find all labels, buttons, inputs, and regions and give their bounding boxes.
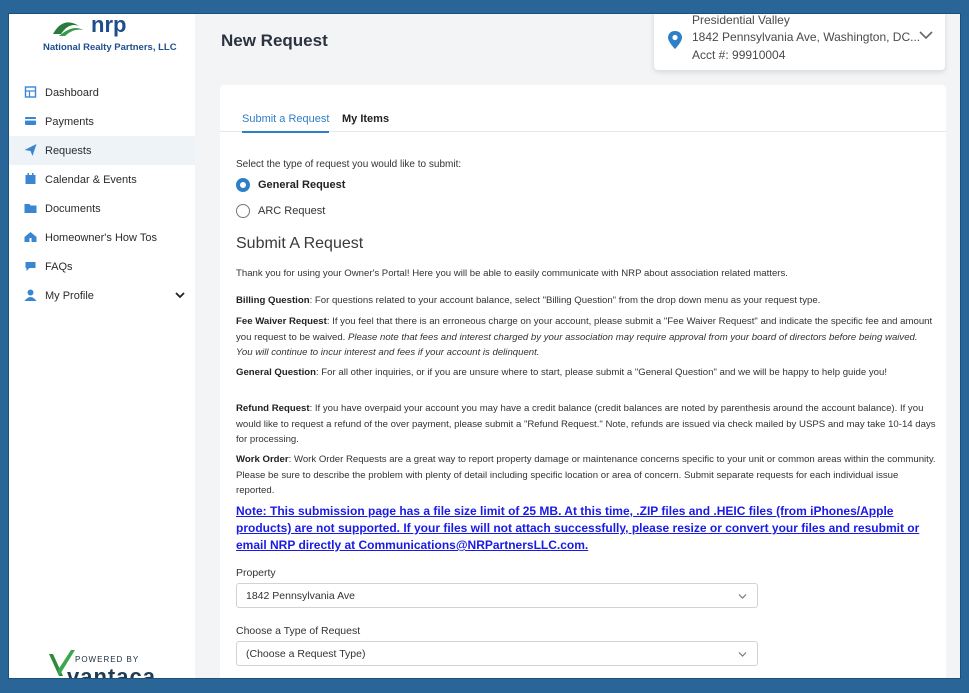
calendar-icon [25, 173, 36, 184]
billing-body: : For questions related to your account … [309, 295, 821, 306]
fee-waiver-text: Fee Waiver Request: If you feel that the… [236, 314, 936, 361]
powered-brand: vantaca [67, 664, 156, 678]
card-icon [25, 117, 36, 125]
tab-bar: Submit a Request My Items [220, 107, 946, 133]
radio-unselected-icon[interactable] [236, 204, 250, 218]
faq-icon [25, 262, 36, 271]
radio-general-request[interactable]: General Request [236, 178, 345, 192]
chevron-down-icon [738, 652, 747, 657]
property-select[interactable]: 1842 Pennsylvania Ave [236, 583, 758, 608]
user-icon [24, 289, 37, 301]
sidebar-nav: Dashboard Payments Requests Calendar & E… [9, 78, 195, 310]
dashboard-icon [24, 86, 37, 98]
section-heading: Submit A Request [236, 235, 364, 252]
sidebar-item-how-tos[interactable]: Homeowner's How Tos [9, 223, 195, 252]
general-label: General Question [236, 367, 316, 378]
property-value: 1842 Pennsylvania Ave [246, 590, 355, 602]
request-type-prompt: Select the type of request you would lik… [236, 159, 462, 170]
sidebar: nrp National Realty Partners, LLC Dashbo… [9, 14, 195, 678]
sidebar-item-label: Homeowner's How Tos [45, 231, 157, 244]
intro-text: Thank you for using your Owner's Portal!… [236, 268, 788, 279]
chevron-down-icon [919, 31, 933, 40]
tab-submit-request[interactable]: Submit a Request [242, 113, 330, 133]
refund-body: : If you have overpaid your account you … [236, 403, 936, 445]
sidebar-item-label: My Profile [45, 289, 94, 302]
fee-label: Fee Waiver Request [236, 316, 327, 327]
request-type-label: Choose a Type of Request [236, 625, 361, 637]
page-title: New Request [221, 31, 328, 50]
sidebar-item-label: Dashboard [45, 86, 99, 99]
property-label: Property [236, 567, 276, 579]
billing-label: Billing Question [236, 295, 310, 306]
request-card: Submit a Request My Items Select the typ… [220, 85, 946, 678]
app-window: nrp National Realty Partners, LLC Dashbo… [9, 14, 960, 678]
radio-selected-icon[interactable] [236, 178, 250, 192]
refund-request-text: Refund Request: If you have overpaid you… [236, 401, 936, 448]
home-info-icon [24, 232, 37, 242]
nrp-logo[interactable]: nrp National Realty Partners, LLC [43, 14, 177, 64]
account-community: Presidential Valley [692, 14, 790, 27]
location-pin-icon [668, 31, 682, 49]
general-body: : For all other inquiries, or if you are… [315, 367, 887, 378]
sidebar-item-label: Calendar & Events [45, 173, 137, 186]
tab-my-items[interactable]: My Items [342, 113, 389, 131]
nrp-logo-mark: nrp [53, 14, 126, 37]
request-type-value: (Choose a Request Type) [246, 648, 366, 660]
account-address: 1842 Pennsylvania Ave, Washington, DC... [692, 30, 921, 44]
work-order-text: Work Order: Work Order Requests are a gr… [236, 452, 936, 499]
billing-question-text: Billing Question: For questions related … [236, 293, 936, 309]
account-number: Acct #: 99910004 [692, 48, 786, 62]
chevron-down-icon [738, 594, 747, 599]
file-size-note-link[interactable]: Note: This submission page has a file si… [236, 503, 941, 554]
folder-icon [24, 204, 37, 213]
sidebar-item-requests[interactable]: Requests [9, 136, 195, 165]
company-name: National Realty Partners, LLC [43, 42, 177, 53]
chevron-down-icon[interactable] [175, 290, 185, 300]
sidebar-item-dashboard[interactable]: Dashboard [9, 78, 195, 107]
sidebar-item-label: Payments [45, 115, 94, 128]
sidebar-item-calendar[interactable]: Calendar & Events [9, 165, 195, 194]
powered-by-label: POWERED BY [75, 655, 140, 664]
general-question-text: General Question: For all other inquirie… [236, 365, 936, 381]
work-label: Work Order [236, 454, 289, 465]
sidebar-item-documents[interactable]: Documents [9, 194, 195, 223]
sidebar-item-faqs[interactable]: FAQs [9, 252, 195, 281]
logo-wordmark: nrp [91, 14, 126, 37]
sidebar-item-my-profile[interactable]: My Profile [9, 281, 195, 310]
sidebar-item-label: Documents [45, 202, 101, 215]
radio-arc-request[interactable]: ARC Request [236, 204, 325, 218]
account-selector[interactable]: Presidential Valley 1842 Pennsylvania Av… [654, 14, 945, 70]
radio-label: General Request [258, 179, 346, 191]
sidebar-item-payments[interactable]: Payments [9, 107, 195, 136]
refund-label: Refund Request [236, 403, 310, 414]
sidebar-item-label: Requests [45, 144, 92, 157]
work-body: : Work Order Requests are a great way to… [236, 454, 936, 496]
powered-by-logo: POWERED BY vantaca [49, 644, 159, 678]
request-type-select[interactable]: (Choose a Request Type) [236, 641, 758, 666]
radio-label: ARC Request [258, 205, 326, 217]
sidebar-item-label: FAQs [45, 260, 73, 273]
send-icon [24, 144, 37, 156]
